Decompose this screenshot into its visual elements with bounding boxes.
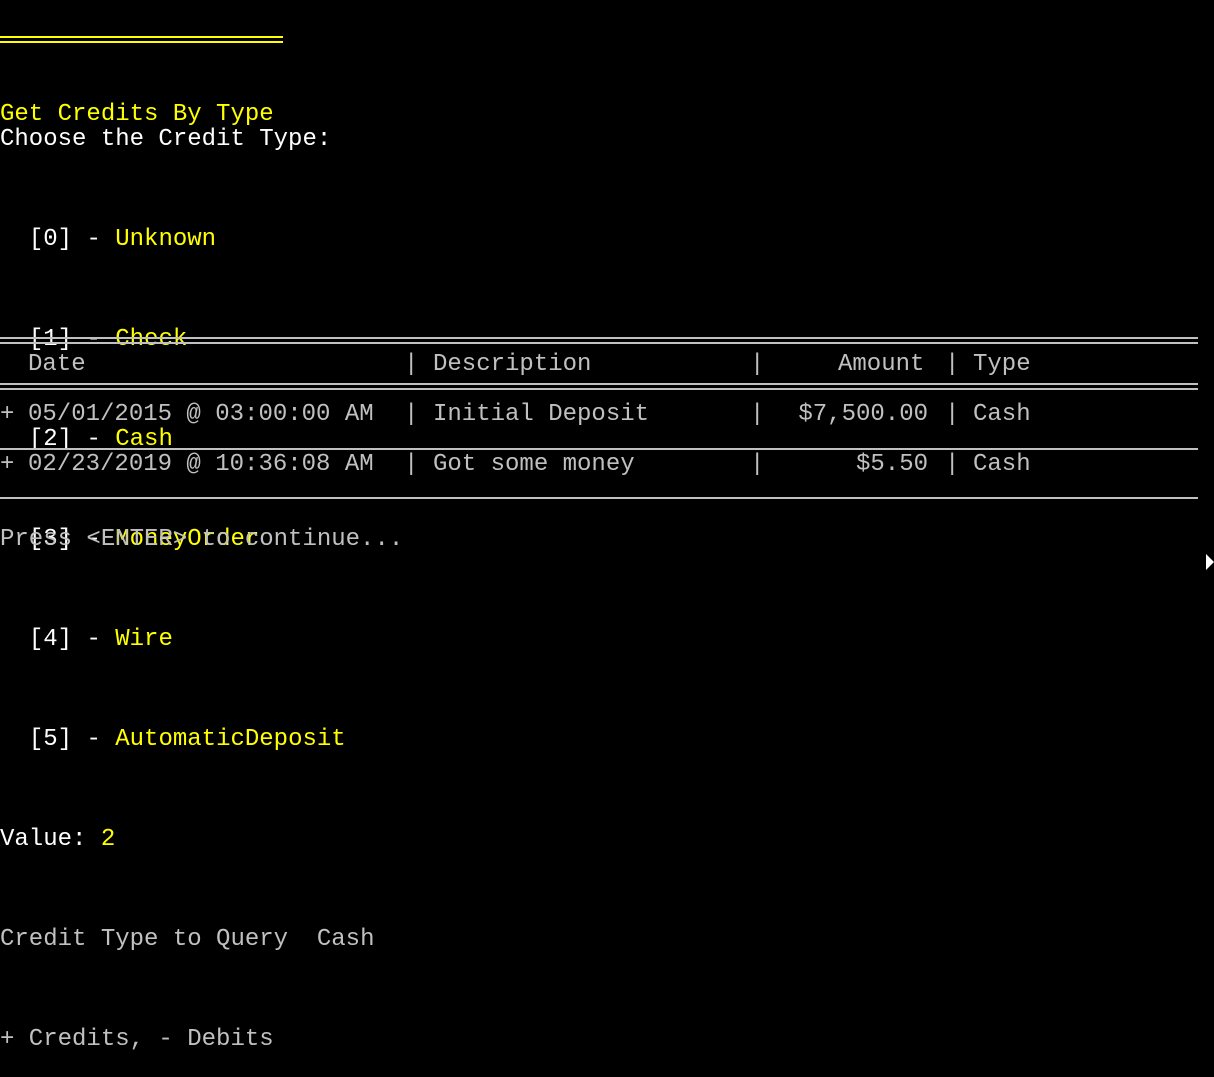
table-row: + 05/01/2015 @ 03:00:00 AM | Initial Dep… bbox=[0, 402, 1214, 427]
column-header-description: Description bbox=[433, 351, 592, 378]
table-header: Date | Description | Amount | Type bbox=[0, 352, 1214, 377]
menu-option-key: [5] bbox=[28, 726, 73, 753]
row-date: 02/23/2019 @ 10:36:08 AM bbox=[28, 451, 374, 478]
row-type: Cash bbox=[973, 401, 1031, 428]
row-sign: + bbox=[0, 401, 15, 428]
row-sign: + bbox=[0, 451, 15, 478]
row-description: Got some money bbox=[433, 451, 635, 478]
menu-option: [4] - Wire bbox=[0, 627, 1214, 652]
column-separator: | bbox=[404, 451, 419, 478]
menu-prompt: Choose the Credit Type: bbox=[0, 126, 332, 153]
continue-prompt-text: Press <ENTER> to continue... bbox=[0, 526, 404, 553]
table-top-separator bbox=[0, 337, 1198, 344]
legend-line: + Credits, - Debits bbox=[0, 1026, 274, 1053]
menu-option-dash: - bbox=[86, 626, 101, 653]
query-label: Credit Type to Query bbox=[0, 926, 289, 953]
menu-option-key: [0] bbox=[28, 226, 73, 253]
mouse-cursor-icon bbox=[1206, 554, 1214, 570]
table-row: + 02/23/2019 @ 10:36:08 AM | Got some mo… bbox=[0, 452, 1214, 477]
row-amount: $7,500.00 bbox=[798, 401, 928, 428]
column-header-amount: Amount bbox=[838, 351, 925, 378]
menu-option: [0] - Unknown bbox=[0, 227, 1214, 252]
value-input[interactable]: 2 bbox=[101, 826, 115, 853]
menu-option-label: Unknown bbox=[115, 226, 217, 253]
continue-prompt[interactable]: Press <ENTER> to continue... bbox=[0, 527, 1214, 552]
row-description: Initial Deposit bbox=[433, 401, 650, 428]
value-input-line[interactable]: Value: 2 bbox=[0, 827, 1214, 852]
title-underline bbox=[0, 36, 283, 43]
credit-type-menu: Choose the Credit Type: [0] - Unknown [1… bbox=[0, 77, 1214, 1077]
menu-option-dash: - bbox=[86, 726, 101, 753]
column-separator: | bbox=[404, 351, 419, 378]
column-separator: | bbox=[404, 401, 419, 428]
column-separator: | bbox=[945, 451, 960, 478]
row-date: 05/01/2015 @ 03:00:00 AM bbox=[28, 401, 374, 428]
column-separator: | bbox=[945, 351, 960, 378]
menu-option-dash: - bbox=[86, 226, 101, 253]
row-type: Cash bbox=[973, 451, 1031, 478]
row-separator bbox=[0, 497, 1198, 499]
menu-option-key: [4] bbox=[28, 626, 73, 653]
row-separator bbox=[0, 448, 1198, 450]
value-label: Value: bbox=[0, 826, 87, 853]
menu-option: [5] - AutomaticDeposit bbox=[0, 727, 1214, 752]
column-separator: | bbox=[750, 351, 765, 378]
query-value: Cash bbox=[316, 926, 375, 953]
menu-option-label: Wire bbox=[115, 626, 173, 653]
column-header-date: Date bbox=[28, 351, 86, 378]
menu-option-label: AutomaticDeposit bbox=[115, 726, 346, 753]
column-separator: | bbox=[750, 451, 765, 478]
table-header-separator bbox=[0, 383, 1198, 390]
column-separator: | bbox=[945, 401, 960, 428]
row-amount: $5.50 bbox=[855, 451, 928, 478]
column-separator: | bbox=[750, 401, 765, 428]
column-header-type: Type bbox=[973, 351, 1031, 378]
query-line: Credit Type to Query Cash bbox=[0, 927, 1214, 952]
